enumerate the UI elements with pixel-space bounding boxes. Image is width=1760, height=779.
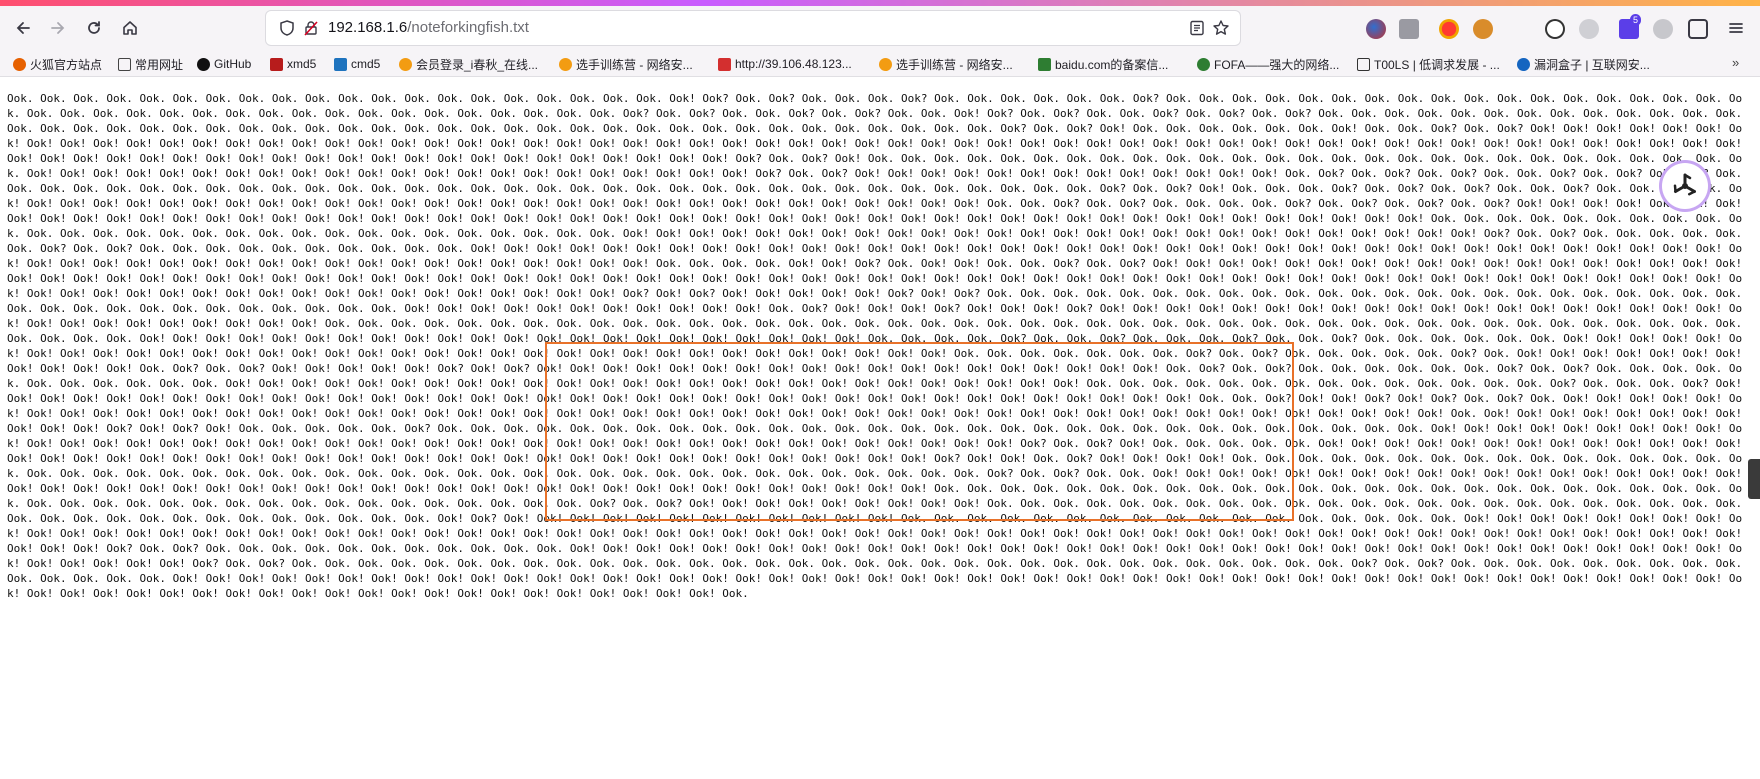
extension-grid-icon[interactable] — [1399, 19, 1419, 39]
extensions-puzzle-icon[interactable] — [1688, 19, 1708, 39]
back-button[interactable] — [9, 14, 37, 42]
bookmark-item[interactable]: http://39.106.48.123... — [718, 55, 852, 73]
doc-icon — [1357, 57, 1370, 71]
bookmark-item[interactable]: 火狐官方站点 — [13, 55, 102, 73]
bookmark-folder[interactable]: 常用网址 — [118, 55, 183, 73]
document-viewport[interactable]: Ook. Ook. Ook. Ook. Ook. Ook. Ook. Ook. … — [7, 91, 1753, 751]
ichunqiu-icon — [559, 57, 572, 71]
url-path: /noteforkingfish.txt — [407, 19, 529, 36]
forward-button[interactable] — [44, 14, 72, 42]
ook-text-content: Ook. Ook. Ook. Ook. Ook. Ook. Ook. Ook. … — [7, 92, 1749, 600]
bookmark-item[interactable]: GitHub — [197, 55, 251, 73]
x-icon — [270, 57, 283, 71]
reload-icon — [88, 21, 100, 34]
extension-globe-icon[interactable] — [1366, 19, 1386, 39]
triskelion-logo-icon — [1673, 173, 1696, 196]
bookmark-item[interactable]: 选手训练营 - 网络安... — [559, 55, 693, 73]
folder-icon — [118, 57, 131, 71]
bookmark-item[interactable]: T00LS | 低调求发展 - ... — [1357, 55, 1500, 73]
ichunqiu-icon — [399, 57, 412, 71]
extension-wave-icon[interactable] — [1653, 19, 1673, 39]
bookmarks-toolbar: 火狐官方站点 常用网址 GitHub xmd5 cmd5 会员登录_i春秋_在线… — [0, 50, 1760, 77]
extension-cookie-icon[interactable] — [1545, 19, 1565, 39]
bookmark-item[interactable]: 会员登录_i春秋_在线... — [399, 55, 538, 73]
forward-arrow-icon — [51, 22, 65, 34]
extension-gray-icon[interactable] — [1579, 19, 1599, 39]
url-host: 192.168.1.6 — [328, 19, 408, 36]
floating-assistant-button[interactable] — [1662, 163, 1708, 209]
insecure-lock-icon[interactable] — [302, 19, 320, 37]
firefox-icon — [13, 57, 26, 71]
page-icon — [1038, 57, 1051, 71]
extension-count-badge: 5 — [1630, 14, 1642, 26]
extension-monkey-icon[interactable] — [1473, 19, 1493, 39]
extension-stop-icon[interactable] — [1439, 19, 1459, 39]
tracking-protection-shield-icon[interactable] — [278, 19, 296, 37]
browser-toolbar: 192.168.1.6/noteforkingfish.txt 5 — [0, 6, 1760, 50]
ichunqiu-icon — [879, 57, 892, 71]
address-bar[interactable]: 192.168.1.6/noteforkingfish.txt — [266, 11, 1240, 45]
app-menu-button[interactable] — [1722, 14, 1750, 42]
hamburger-menu-icon — [1729, 23, 1743, 33]
c-icon — [334, 57, 347, 71]
z-icon — [718, 57, 731, 71]
fofa-icon — [1197, 57, 1210, 71]
url-text[interactable]: 192.168.1.6/noteforkingfish.txt — [328, 19, 529, 36]
shield-icon — [1517, 57, 1530, 71]
bookmarks-overflow-chevron-icon[interactable]: » — [1732, 55, 1739, 70]
bookmark-item[interactable]: cmd5 — [334, 55, 380, 73]
github-icon — [197, 57, 210, 71]
bookmark-star-icon[interactable] — [1212, 19, 1230, 37]
reader-view-icon[interactable] — [1188, 19, 1206, 37]
bookmark-item[interactable]: 漏洞盒子 | 互联网安... — [1517, 55, 1650, 73]
bookmark-item[interactable]: FOFA——强大的网络... — [1197, 55, 1339, 73]
home-icon — [123, 21, 137, 35]
bookmark-item[interactable]: xmd5 — [270, 55, 316, 73]
home-button[interactable] — [116, 14, 144, 42]
bookmark-item[interactable]: baidu.com的备案信... — [1038, 55, 1168, 73]
reload-button[interactable] — [80, 14, 108, 42]
back-arrow-icon — [16, 22, 30, 34]
side-panel-grip[interactable] — [1748, 459, 1760, 499]
bookmark-item[interactable]: 选手训练营 - 网络安... — [879, 55, 1013, 73]
